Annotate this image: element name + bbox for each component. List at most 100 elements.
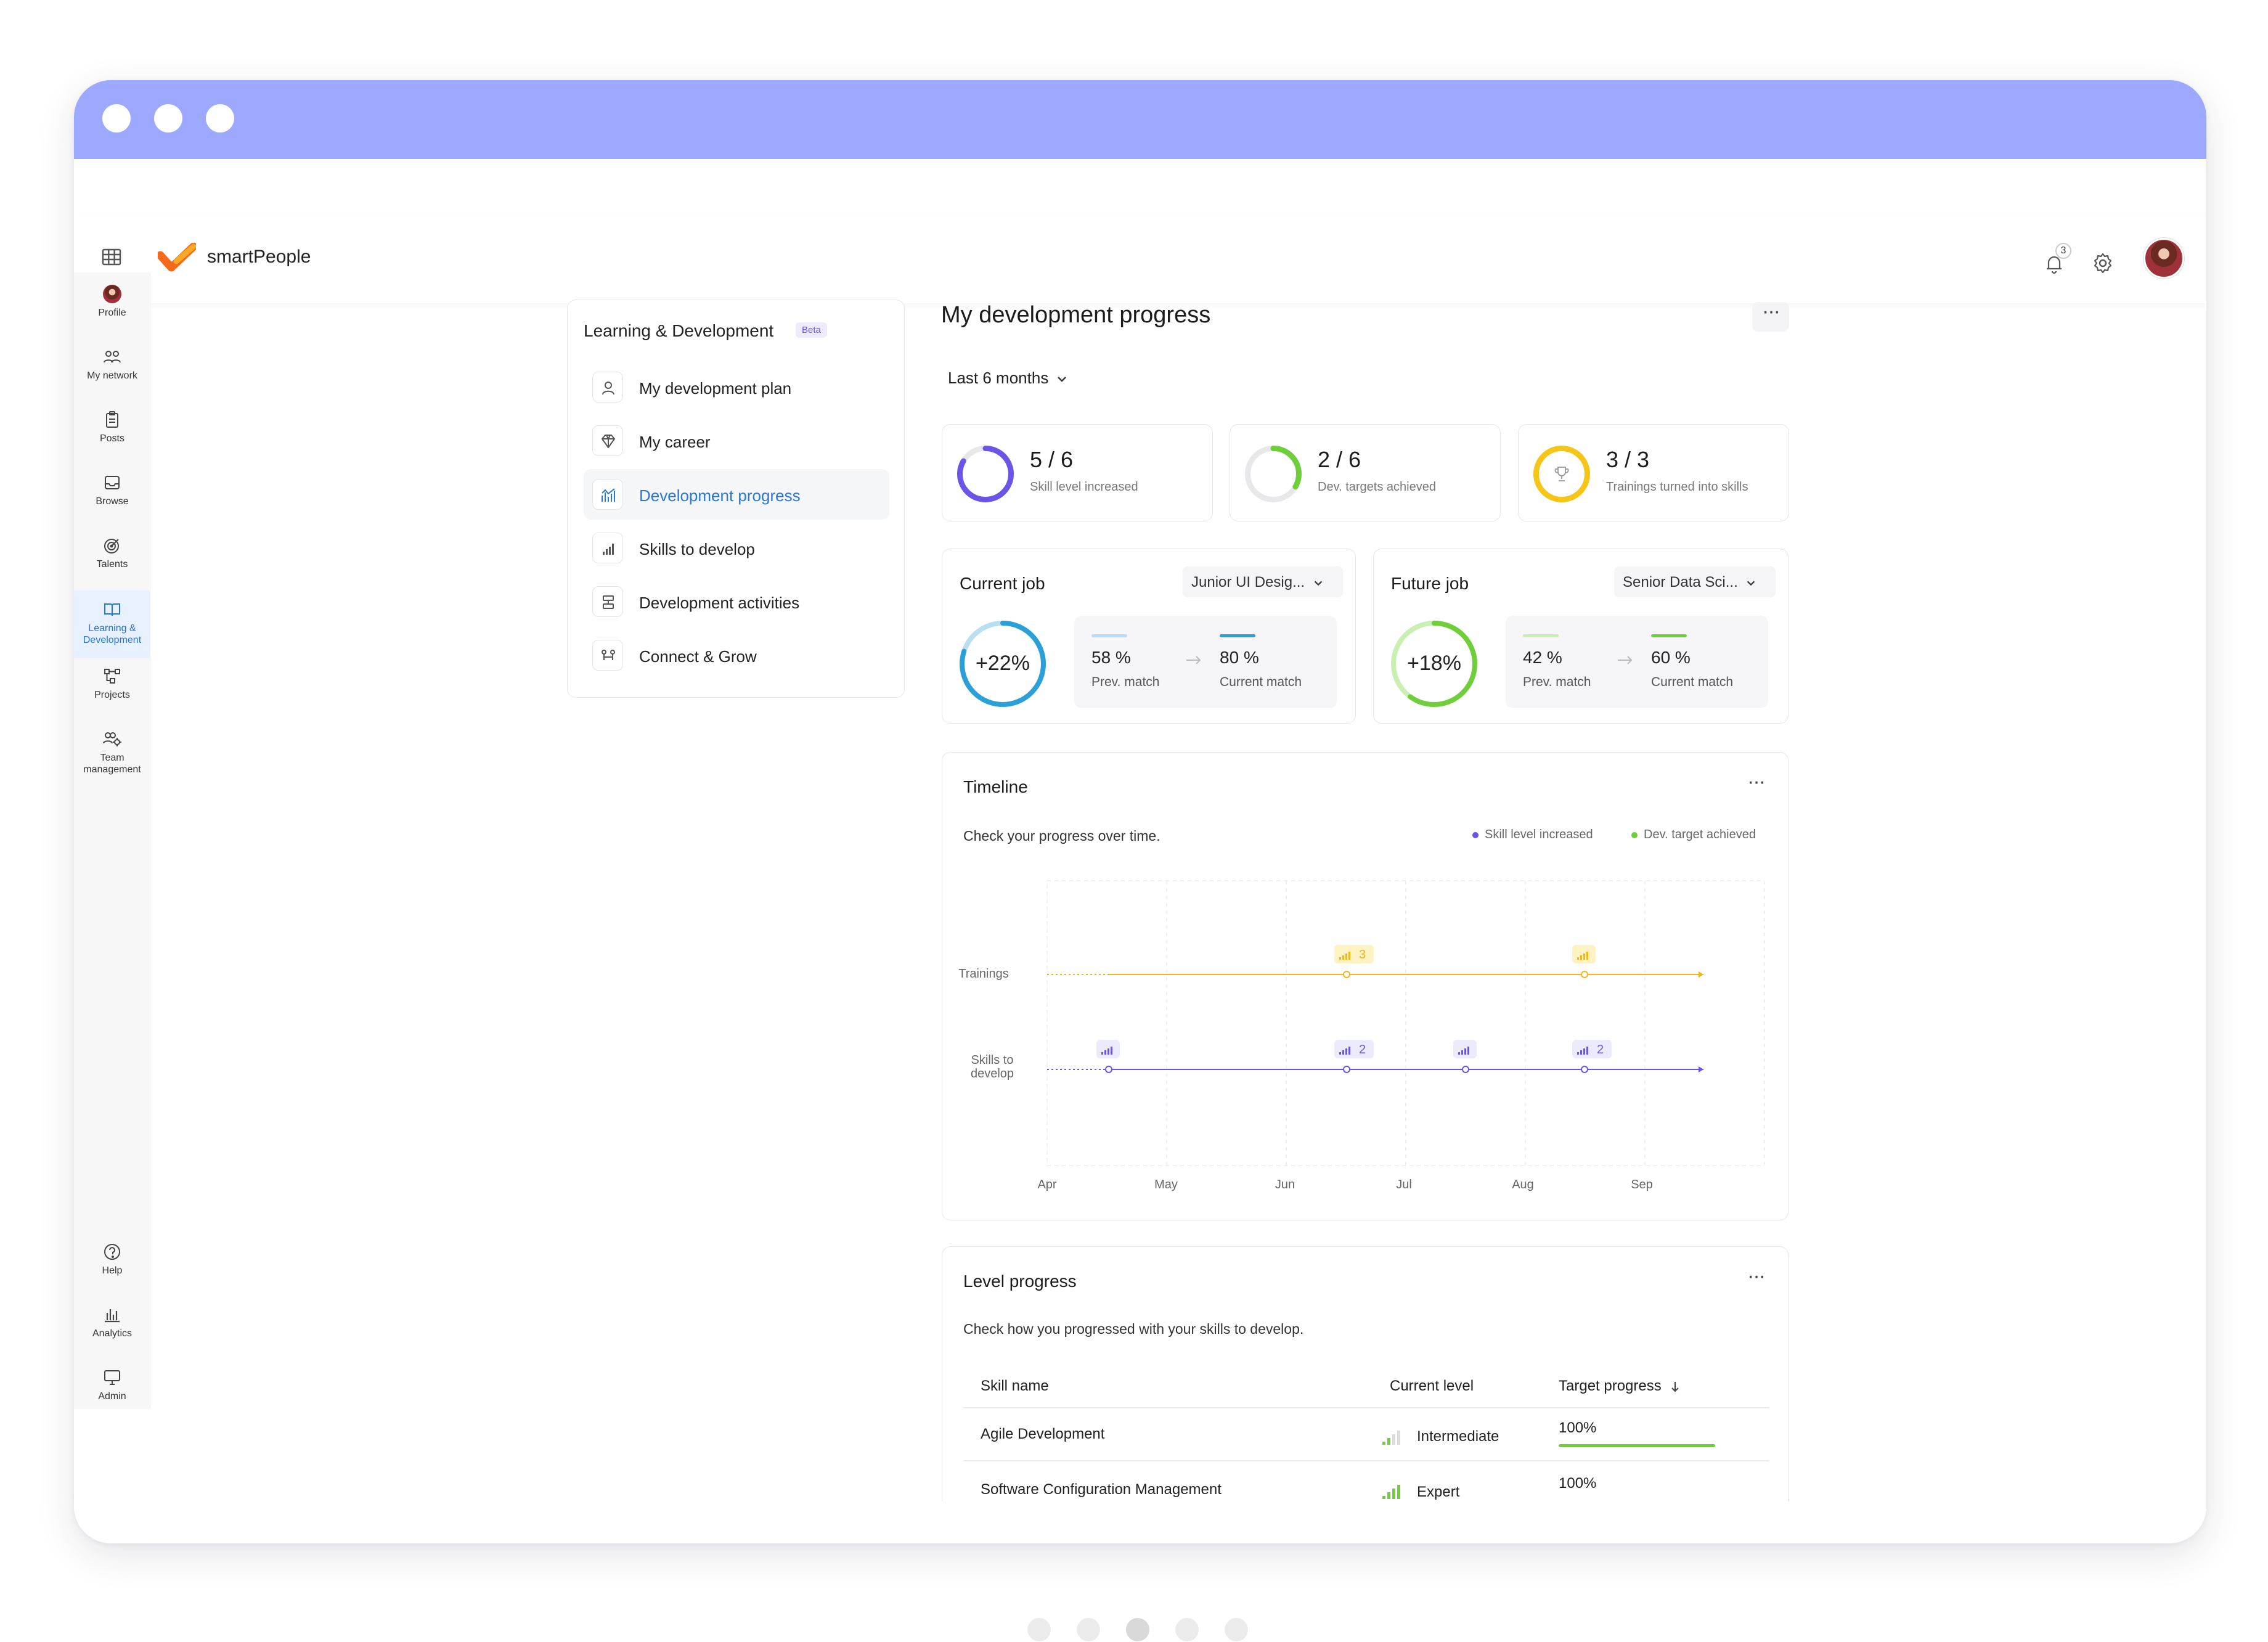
- skills-event-point: [1105, 1066, 1112, 1073]
- user-avatar[interactable]: [2144, 238, 2184, 279]
- period-filter-dropdown[interactable]: Last 6 months: [942, 364, 1074, 394]
- level-steps-icon: [1382, 1485, 1400, 1499]
- sort-arrow-down-icon[interactable]: [1670, 1381, 1680, 1393]
- column-header-skill[interactable]: Skill name: [981, 1378, 1049, 1395]
- notification-badge: 3: [2055, 243, 2071, 259]
- column-header-level[interactable]: Current level: [1390, 1378, 1474, 1395]
- skill-name: Agile Development: [981, 1426, 1105, 1442]
- stat-label: Skill level increased: [1030, 480, 1138, 494]
- current-job-match-box: 58 % Prev. match 80 % Current match: [1074, 616, 1337, 708]
- sidebar-item-team-management[interactable]: Team management: [74, 730, 150, 791]
- nav-item-label: Skills to develop: [639, 540, 755, 558]
- current-job-select[interactable]: Junior UI Desig...: [1183, 566, 1343, 597]
- sidebar-item-projects[interactable]: Projects: [74, 667, 150, 717]
- page-more-button[interactable]: ···: [1752, 301, 1789, 332]
- sidebar-item-label: Talents: [96, 559, 128, 570]
- nav-item-my-career[interactable]: My career: [584, 415, 889, 466]
- sidebar-item-posts[interactable]: Posts: [74, 410, 150, 461]
- sidebar-item-label: My network: [87, 370, 137, 381]
- trainings-event-point: [1581, 971, 1588, 978]
- learning-development-panel: Learning & Development Beta My developme…: [567, 300, 905, 698]
- gear-icon[interactable]: [2091, 251, 2115, 275]
- prev-match-bar: [1091, 634, 1127, 637]
- pager-dot[interactable]: [1225, 1618, 1248, 1641]
- stat-value: 3 / 3: [1606, 447, 1650, 472]
- trophy-icon: [1554, 467, 1569, 481]
- stat-value: 2 / 6: [1318, 447, 1361, 472]
- sidebar-item-label: Help: [102, 1265, 123, 1276]
- beta-badge: Beta: [796, 322, 827, 338]
- prev-match-value: 42 %: [1523, 648, 1562, 667]
- stat-value: 5 / 6: [1030, 447, 1074, 472]
- smartpeople-logo-icon[interactable]: [158, 243, 196, 272]
- nav-item-development-progress[interactable]: Development progress: [584, 469, 889, 520]
- prev-match-bar: [1523, 634, 1559, 637]
- future-job-select[interactable]: Senior Data Sci...: [1614, 566, 1776, 597]
- panel-title: Learning & Development: [584, 321, 774, 340]
- month-label: May: [1154, 1178, 1178, 1191]
- timeline-arrow: [1699, 1066, 1703, 1072]
- nav-item-skills-to-develop[interactable]: Skills to develop: [584, 523, 889, 573]
- sidebar-item-analytics[interactable]: Analytics: [74, 1305, 150, 1356]
- sidebar-item-browse[interactable]: Browse: [74, 473, 150, 524]
- target-progress-bar: [1559, 1444, 1715, 1447]
- people-icon: [104, 351, 121, 363]
- level-steps-icon: [1382, 1431, 1400, 1445]
- target-progress-value: 100%: [1559, 1419, 1597, 1436]
- profile-avatar-icon: [103, 285, 121, 303]
- nav-item-label: My career: [639, 433, 711, 451]
- nav-item-connect-grow[interactable]: Connect & Grow: [584, 630, 889, 680]
- clipboard-icon: [106, 411, 118, 428]
- sidebar-item-label: Admin: [98, 1391, 126, 1402]
- period-filter-label: Last 6 months: [948, 369, 1049, 387]
- stat-label: Trainings turned into skills: [1606, 480, 1748, 494]
- sidebar-item-help[interactable]: Help: [74, 1243, 150, 1293]
- window-control-dot[interactable]: [154, 104, 182, 133]
- current-job-title: Current job: [960, 574, 1045, 593]
- skills-event-point: [1462, 1066, 1469, 1073]
- arrow-right-icon: [1618, 656, 1633, 664]
- month-label: Aug: [1512, 1178, 1534, 1191]
- target-progress-value: 100%: [1559, 1475, 1597, 1492]
- skill-bars-icon: [603, 544, 614, 555]
- target-icon: [104, 539, 119, 553]
- future-job-title: Future job: [1391, 574, 1469, 593]
- sidebar-item-label: Team management: [83, 753, 141, 775]
- nav-item-development-activities[interactable]: Development activities: [584, 576, 889, 627]
- chevron-down-icon: [1314, 581, 1322, 586]
- sidebar-item-learning-development[interactable]: Learning & Development: [74, 590, 150, 658]
- sidebar-item-profile[interactable]: Profile: [74, 285, 150, 335]
- stat-card-dev-targets: 2 / 6 Dev. targets achieved: [1230, 424, 1501, 521]
- sidebar-item-label: Profile: [98, 308, 126, 318]
- book-icon: [104, 603, 120, 616]
- month-label: Jul: [1396, 1178, 1412, 1191]
- pager-dot[interactable]: [1027, 1618, 1051, 1641]
- app-grid-icon[interactable]: [101, 247, 122, 268]
- monitor-icon: [104, 1370, 120, 1385]
- future-job-match-box: 42 % Prev. match 60 % Current match: [1506, 616, 1768, 708]
- sidebar-item-label: Learning & Development: [83, 623, 142, 645]
- skills-event-point: [1581, 1066, 1588, 1073]
- skill-level-progress-ring: [957, 446, 1014, 502]
- sidebar-item-my-network[interactable]: My network: [74, 348, 150, 398]
- current-level: Expert: [1417, 1484, 1460, 1500]
- pager-dot[interactable]: [1175, 1618, 1199, 1641]
- nav-item-my-development-plan[interactable]: My development plan: [584, 362, 889, 412]
- current-job-delta: +22%: [976, 651, 1030, 675]
- chevron-down-icon: [1747, 581, 1755, 586]
- nav-item-label: Connect & Grow: [639, 647, 757, 666]
- pager-dot-active[interactable]: [1126, 1618, 1149, 1641]
- level-progress-more-button[interactable]: ···: [1737, 1265, 1774, 1296]
- column-header-target[interactable]: Target progress: [1559, 1378, 1680, 1395]
- skills-event-count: 2: [1359, 1043, 1366, 1056]
- team-gear-icon: [103, 732, 121, 746]
- window-control-dot[interactable]: [102, 104, 131, 133]
- sidebar-item-talents[interactable]: Talents: [74, 536, 150, 587]
- page-title: My development progress: [941, 302, 1211, 328]
- future-job-delta: +18%: [1407, 651, 1461, 675]
- pager-dot[interactable]: [1077, 1618, 1100, 1641]
- current-job-card: Current job Junior UI Desig... +22% 58 %…: [942, 549, 1356, 724]
- sidebar-item-admin[interactable]: Admin: [74, 1368, 150, 1419]
- prev-match-label: Prev. match: [1523, 675, 1591, 689]
- window-control-dot[interactable]: [206, 104, 234, 133]
